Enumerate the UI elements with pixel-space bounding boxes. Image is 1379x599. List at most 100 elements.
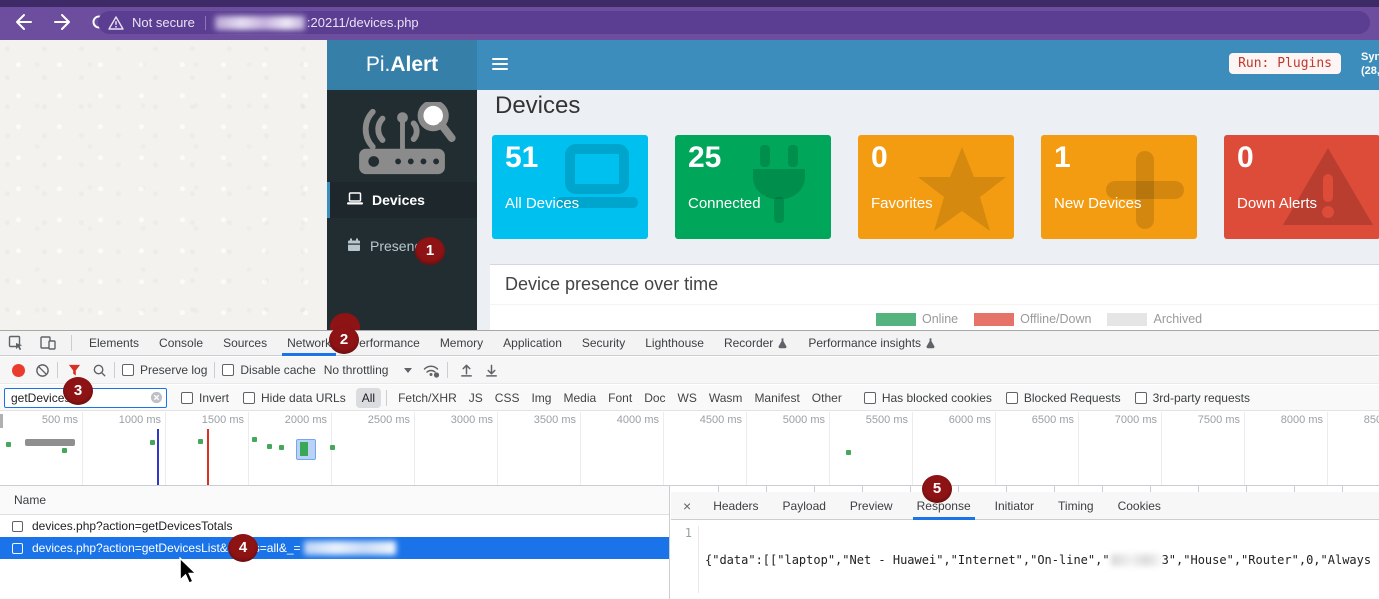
forward-arrow-icon[interactable] xyxy=(52,13,72,31)
timeline-tick: 8500 ms xyxy=(1328,412,1379,485)
stat-card-new-devices[interactable]: 1 New Devices xyxy=(1041,135,1197,239)
tab-console[interactable]: Console xyxy=(149,331,213,356)
inspect-icon[interactable] xyxy=(0,335,32,351)
tab-elements[interactable]: Elements xyxy=(79,331,149,356)
filter-pill-ws[interactable]: WS xyxy=(672,388,703,408)
preserve-log-checkbox[interactable]: Preserve log xyxy=(122,363,207,377)
export-har-icon[interactable] xyxy=(484,362,499,378)
legend-label[interactable]: Offline/Down xyxy=(1020,312,1091,326)
legend-label[interactable]: Online xyxy=(922,312,958,326)
annotation-badge-3: 3 xyxy=(63,377,93,405)
app-brand[interactable]: Pi.Alert xyxy=(327,40,477,90)
throttling-dropdown[interactable]: No throttling xyxy=(324,363,413,377)
stat-value: 51 xyxy=(505,141,538,175)
tab-security[interactable]: Security xyxy=(572,331,635,356)
hamburger-icon[interactable] xyxy=(492,58,508,73)
stat-card-connected[interactable]: 25 Connected xyxy=(675,135,831,239)
detail-tabbar: × Headers Payload Preview Response Initi… xyxy=(671,492,1379,520)
request-name: devices.php?action=getDevicesTotals xyxy=(32,519,232,533)
checkbox-label: Invert xyxy=(199,391,229,405)
third-party-requests-checkbox[interactable]: 3rd-party requests xyxy=(1135,391,1250,405)
response-text-prefix: {"data":[["laptop","Net - Huawei","Inter… xyxy=(705,553,1110,567)
search-icon[interactable] xyxy=(92,363,107,378)
filter-pill-js[interactable]: JS xyxy=(463,388,489,408)
tab-lighthouse[interactable]: Lighthouse xyxy=(635,331,714,356)
tab-sources[interactable]: Sources xyxy=(213,331,277,356)
record-icon[interactable] xyxy=(12,364,25,377)
funnel-icon[interactable] xyxy=(67,363,82,377)
filter-pill-other[interactable]: Other xyxy=(806,388,848,408)
requests-column-header[interactable]: Name xyxy=(0,486,669,515)
network-timeline-overview[interactable]: 500 ms 1000 ms 1500 ms 2000 ms 2500 ms 3… xyxy=(0,412,1379,486)
filter-pill-img[interactable]: Img xyxy=(525,388,557,408)
has-blocked-cookies-checkbox[interactable]: Has blocked cookies xyxy=(864,391,992,405)
timeline-request-dot xyxy=(252,437,257,442)
detail-tab-preview[interactable]: Preview xyxy=(838,492,905,520)
page-title: Devices xyxy=(495,92,580,120)
filter-pill-all[interactable]: All xyxy=(356,388,381,408)
main-content: Devices 51 All Devices 25 Connected xyxy=(477,90,1379,330)
timeline-tick: 5500 ms xyxy=(830,412,913,485)
sidebar-item-presence[interactable]: Presence xyxy=(327,230,477,262)
sidebar-item-devices[interactable]: Devices xyxy=(327,182,477,218)
network-conditions-icon[interactable] xyxy=(422,363,440,378)
blurred-hostname xyxy=(215,16,305,30)
detail-tab-timing[interactable]: Timing xyxy=(1046,492,1106,520)
page-background xyxy=(0,40,327,330)
stat-card-down-alerts[interactable]: 0 Down Alerts xyxy=(1224,135,1379,239)
checkbox[interactable] xyxy=(12,543,23,554)
disable-cache-checkbox[interactable]: Disable cache xyxy=(222,363,315,377)
detail-tab-cookies[interactable]: Cookies xyxy=(1106,492,1173,520)
response-viewer[interactable]: 1 {"data":[["laptop","Net - Huawei","Int… xyxy=(671,520,1379,593)
detail-tab-payload[interactable]: Payload xyxy=(771,492,838,520)
tab-performance-insights[interactable]: Performance insights xyxy=(798,331,946,356)
toolbar-divider xyxy=(57,362,58,378)
run-plugins-button[interactable]: Run: Plugins xyxy=(1229,53,1341,74)
blurred-response-value xyxy=(1111,554,1161,566)
address-bar[interactable]: Not secure :20211/devices.php xyxy=(98,11,1370,34)
checkbox[interactable] xyxy=(12,521,23,532)
router-logo-icon xyxy=(343,102,461,180)
stat-card-all-devices[interactable]: 51 All Devices xyxy=(492,135,648,239)
blocked-requests-checkbox[interactable]: Blocked Requests xyxy=(1006,391,1121,405)
toolbar-divider xyxy=(71,335,72,351)
tab-recorder[interactable]: Recorder xyxy=(714,331,798,356)
webpage-viewport: Pi.Alert Run: Plugins Syn (28, xyxy=(0,40,1379,330)
clear-input-icon[interactable] xyxy=(150,391,163,407)
detail-tab-initiator[interactable]: Initiator xyxy=(983,492,1046,520)
filter-pill-media[interactable]: Media xyxy=(557,388,602,408)
detail-tab-headers[interactable]: Headers xyxy=(701,492,770,520)
import-har-icon[interactable] xyxy=(459,362,474,378)
back-arrow-icon[interactable] xyxy=(14,13,34,31)
filter-pill-manifest[interactable]: Manifest xyxy=(748,388,805,408)
calendar-icon xyxy=(347,238,361,255)
close-icon[interactable]: × xyxy=(671,498,701,514)
legend-swatch-online[interactable] xyxy=(876,313,916,326)
filter-pill-font[interactable]: Font xyxy=(602,388,638,408)
tab-memory[interactable]: Memory xyxy=(430,331,493,356)
clear-icon[interactable] xyxy=(35,363,50,378)
filter-pill-wasm[interactable]: Wasm xyxy=(703,388,749,408)
request-row[interactable]: devices.php?action=getDevicesTotals xyxy=(0,515,669,537)
timeline-tick: 8000 ms xyxy=(1245,412,1328,485)
stat-card-favorites[interactable]: 0 Favorites xyxy=(858,135,1014,239)
header-right-line2: (28, xyxy=(1361,64,1379,78)
hide-data-urls-checkbox[interactable]: Hide data URLs xyxy=(243,391,346,405)
device-toolbar-icon[interactable] xyxy=(32,335,64,351)
filter-pill-css[interactable]: CSS xyxy=(489,388,526,408)
filter-pill-doc[interactable]: Doc xyxy=(638,388,671,408)
invert-checkbox[interactable]: Invert xyxy=(181,391,229,405)
request-name: devices.php?action=getDevicesList&status… xyxy=(32,541,301,555)
request-row-selected[interactable]: devices.php?action=getDevicesList&status… xyxy=(0,537,669,559)
timeline-request-dot xyxy=(198,439,203,444)
header-right-line1: Syn xyxy=(1361,50,1379,64)
filter-pill-fetch-xhr[interactable]: Fetch/XHR xyxy=(392,388,463,408)
legend-swatch-archived[interactable] xyxy=(1107,313,1147,326)
tab-application[interactable]: Application xyxy=(493,331,572,356)
timeline-request-dot xyxy=(6,442,11,447)
timeline-request-bar xyxy=(25,439,75,446)
app-header: Pi.Alert Run: Plugins Syn (28, xyxy=(327,40,1379,90)
timeline-tick: 4000 ms xyxy=(581,412,664,485)
legend-label[interactable]: Archived xyxy=(1153,312,1202,326)
legend-swatch-offline[interactable] xyxy=(974,313,1014,326)
